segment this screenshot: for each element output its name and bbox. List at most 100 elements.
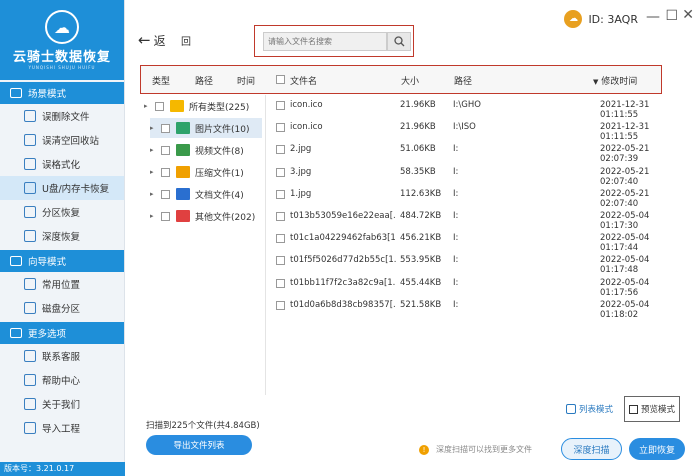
sidebar-item-label: 误删除文件 — [42, 112, 90, 123]
search-box — [254, 25, 414, 57]
file-size: 456.21KB — [400, 233, 442, 244]
tree-item[interactable]: ▸ 所有类型(225) — [144, 96, 264, 116]
tree-item[interactable]: ▸ 视频文件(8) — [150, 140, 270, 160]
file-name: 3.jpg — [290, 166, 312, 177]
recycle-bin-icon — [24, 134, 36, 146]
expand-icon[interactable]: ▸ — [150, 212, 158, 220]
tree-checkbox[interactable] — [161, 145, 170, 155]
expand-icon[interactable]: ▸ — [150, 190, 158, 198]
file-row[interactable]: t01bb11f7f2c3a82c9a[1... 455.44KB I: 2022-0… — [270, 273, 690, 298]
tree-checkbox[interactable] — [161, 167, 170, 177]
tree-item-label: 视频文件(8) — [195, 146, 244, 157]
file-name: icon.ico — [290, 100, 323, 110]
file-row[interactable]: icon.ico 21.96KB I:\GHO 2021-12-31 01:11:55 — [270, 95, 690, 120]
tree-checkbox[interactable] — [161, 211, 170, 221]
sidebar-item[interactable]: 常用位置 — [0, 272, 124, 296]
sidebar-item[interactable]: 导入工程 — [0, 416, 124, 440]
tree-checkbox[interactable] — [161, 123, 170, 133]
file-path: I: — [453, 233, 459, 244]
scene-mode-icon — [10, 88, 22, 98]
file-checkbox[interactable] — [276, 101, 285, 110]
tree-item[interactable]: ▸ 文档文件(4) — [150, 184, 270, 204]
sidebar-item[interactable]: 关于我们 — [0, 392, 124, 416]
file-checkbox[interactable] — [276, 167, 285, 177]
sidebar-item[interactable]: 联系客服 — [0, 344, 124, 368]
tree-checkbox[interactable] — [155, 101, 164, 111]
tree-checkbox[interactable] — [161, 189, 170, 199]
column-path[interactable]: 路径 — [454, 74, 472, 87]
back-arrow-icon: ← — [138, 31, 151, 49]
sidebar-item[interactable]: 分区恢复 — [0, 200, 124, 224]
user-id-area[interactable]: ☁ ID: 3AQR — [564, 10, 638, 28]
file-row[interactable]: 2.jpg 51.06KB I: 2022-05-21 02:07:39 — [270, 139, 690, 164]
column-header-bar: 类型 路径 时间 文件名 大小 路径 ▼ 修改时间 — [140, 65, 662, 94]
file-size: 112.63KB — [400, 188, 442, 199]
version-label: 版本号：3.21.0.17 — [0, 462, 125, 476]
back-button[interactable]: ← 返 — [138, 31, 166, 49]
column-size[interactable]: 大小 — [401, 74, 419, 87]
logo-icon: ☁ — [45, 10, 79, 44]
tree-item[interactable]: ▸ 图片文件(10) — [150, 118, 262, 138]
file-checkbox[interactable] — [276, 256, 285, 266]
file-checkbox[interactable] — [276, 211, 285, 221]
export-file-list-button[interactable]: 导出文件列表 — [146, 435, 252, 455]
expand-icon[interactable]: ▸ — [144, 102, 152, 110]
file-checkbox[interactable] — [276, 145, 285, 155]
sidebar-item[interactable]: 误格式化 — [0, 152, 124, 176]
sidebar-item[interactable]: 磁盘分区 — [0, 296, 124, 320]
disk-partition-icon — [24, 302, 36, 314]
archive-icon — [176, 166, 190, 178]
expand-icon[interactable]: ▸ — [150, 124, 158, 132]
sidebar-item[interactable]: 误删除文件 — [0, 104, 124, 128]
expand-icon[interactable]: ▸ — [150, 146, 158, 154]
close-icon[interactable]: ✕ — [682, 7, 694, 23]
file-size: 21.96KB — [400, 100, 436, 110]
sidebar-item[interactable]: 误清空回收站 — [0, 128, 124, 152]
tree-item[interactable]: ▸ 其他文件(202) — [150, 206, 270, 226]
recover-now-button[interactable]: 立即恢复 — [629, 438, 685, 460]
file-name: 2.jpg — [290, 144, 312, 155]
tree-header-path[interactable]: 路径 — [195, 74, 213, 87]
deep-scan-button[interactable]: 深度扫描 — [561, 438, 622, 460]
tree-item-label: 文档文件(4) — [195, 190, 244, 201]
preview-mode-button[interactable]: 预览模式 — [624, 396, 680, 422]
file-row[interactable]: t013b53059e16e22eaa[... 484.72KB I: 2022-05… — [270, 206, 690, 231]
undo-button[interactable]: 回 — [181, 33, 191, 48]
usb-card-icon — [24, 182, 36, 194]
sidebar-item[interactable]: 帮助中心 — [0, 368, 124, 392]
expand-icon[interactable]: ▸ — [150, 168, 158, 176]
select-all-checkbox[interactable] — [276, 75, 285, 84]
file-row[interactable]: t01f5f5026d77d2b55c[1... 553.95KB I: 2022-0… — [270, 250, 690, 275]
tree-header-time[interactable]: 时间 — [237, 74, 255, 87]
file-path: I:\GHO — [453, 100, 481, 110]
file-name: icon.ico — [290, 122, 323, 133]
sidebar-section-header: 场景模式 — [0, 82, 124, 104]
top-bar: ← 返 回 ☁ ID: 3AQR — ☐ ✕ — [126, 0, 700, 58]
column-name[interactable]: 文件名 — [290, 74, 317, 87]
sidebar-item[interactable]: 深度恢复 — [0, 224, 124, 248]
file-row[interactable]: 3.jpg 58.35KB I: 2022-05-21 02:07:40 — [270, 162, 690, 187]
minimize-icon[interactable]: — — [646, 9, 660, 25]
file-checkbox[interactable] — [276, 189, 285, 199]
tree-item[interactable]: ▸ 压缩文件(1) — [150, 162, 270, 182]
file-checkbox[interactable] — [276, 300, 285, 310]
search-button[interactable] — [387, 32, 411, 51]
search-input[interactable] — [263, 32, 387, 51]
file-row[interactable]: 1.jpg 112.63KB I: 2022-05-21 02:07:40 — [270, 184, 690, 209]
tree-item-label: 图片文件(10) — [195, 124, 250, 135]
format-icon — [24, 158, 36, 170]
maximize-icon[interactable]: ☐ — [665, 8, 678, 24]
tree-header-type[interactable]: 类型 — [152, 74, 170, 87]
file-row[interactable]: icon.ico 21.96KB I:\ISO 2021-12-31 01:11:55 — [270, 117, 690, 142]
file-row[interactable]: t01d0a6b8d38cb98357[... 521.58KB I: 2022-05… — [270, 295, 690, 320]
file-checkbox[interactable] — [276, 123, 285, 133]
file-row[interactable]: t01c1a04229462fab63[1... 456.21KB I: 2022-0… — [270, 228, 690, 253]
customer-service-icon — [24, 350, 36, 362]
file-path: I: — [453, 166, 459, 177]
file-checkbox[interactable] — [276, 278, 285, 288]
column-modified[interactable]: ▼ 修改时间 — [593, 74, 637, 87]
sidebar-item[interactable]: U盘/内存卡恢复 — [0, 176, 124, 200]
sidebar-item-label: 磁盘分区 — [42, 304, 81, 315]
file-checkbox[interactable] — [276, 234, 285, 244]
list-mode-button[interactable]: 列表模式 — [566, 403, 613, 415]
